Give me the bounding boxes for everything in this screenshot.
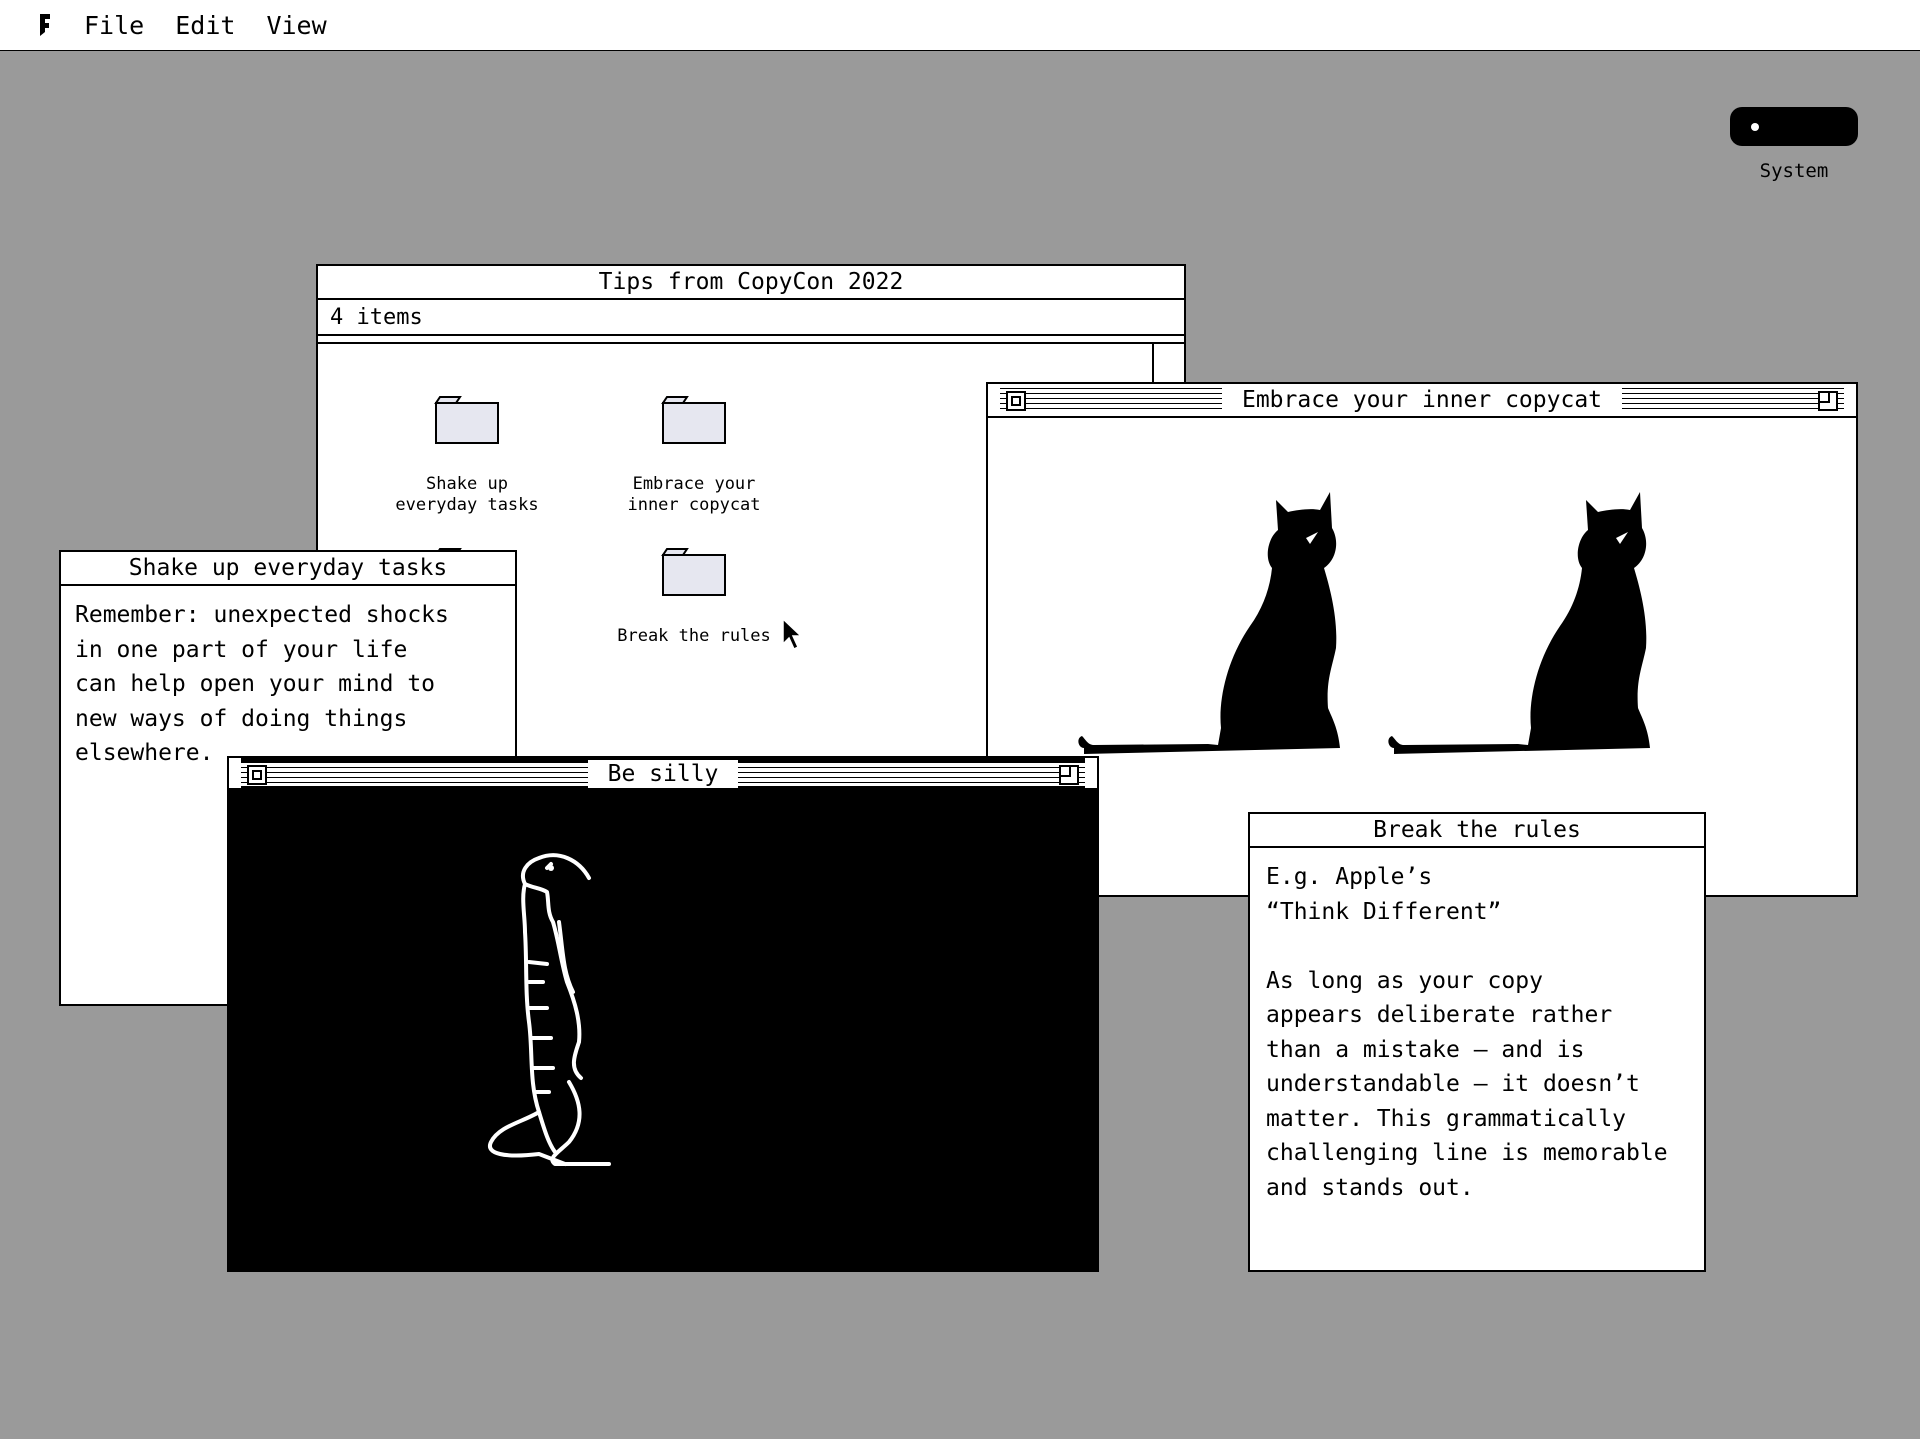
folder-embrace-copycat[interactable]: Embrace your inner copycat [594,372,794,516]
shake-window-text: Remember: unexpected shocks in one part … [75,602,449,766]
copycat-window-titlebar[interactable]: Embrace your inner copycat [988,384,1856,418]
zoom-box-icon[interactable] [1059,765,1079,785]
menu-file[interactable]: File [84,11,144,40]
header-divider [318,336,1184,344]
rules-window-titlebar[interactable]: Break the rules [1250,814,1704,848]
menu-view[interactable]: View [266,11,326,40]
zoom-box-icon[interactable] [1818,391,1838,411]
silly-window-title: Be silly [587,760,739,788]
app-logo-icon[interactable] [34,12,52,38]
menu-bar: File Edit View [0,0,1920,51]
titlebar-cap-left [988,384,1000,414]
folder-label: Embrace your inner copycat [627,474,761,515]
folder-break-rules[interactable]: Break the rules [594,524,794,647]
titlebar-cap-right [1085,758,1097,788]
folder-label: Break the rules [617,626,771,646]
rules-window-title: Break the rules [1353,816,1601,844]
folder-icon [434,396,499,444]
tips-window-titlebar[interactable]: Tips from CopyCon 2022 [318,266,1184,300]
titlebar-cap-left [229,758,241,788]
toggle-dot [1751,123,1759,131]
folder-label: Shake up everyday tasks [395,474,539,515]
close-box-icon[interactable] [1006,391,1026,411]
rules-window: Break the rules E.g. Apple’s “Think Diff… [1248,812,1706,1272]
system-label: System [1759,160,1829,182]
tips-window-title: Tips from CopyCon 2022 [578,268,924,296]
folder-shake-up[interactable]: Shake up everyday tasks [367,372,567,516]
cat-right-icon [1388,492,1650,754]
silly-window: Be silly [227,756,1099,1272]
titlebar-cap-right [1844,384,1856,414]
mouse-pointer-icon [782,618,803,651]
system-toggle[interactable] [1730,107,1858,146]
cat-left-icon [1078,492,1340,754]
close-box-icon[interactable] [247,765,267,785]
menu-edit[interactable]: Edit [175,11,235,40]
rules-window-text: E.g. Apple’s “Think Different” As long a… [1266,864,1668,1201]
item-count: 4 items [318,300,1184,336]
shake-window-titlebar[interactable]: Shake up everyday tasks [61,552,515,586]
meerkat-icon [488,853,611,1166]
copycat-window-title: Embrace your inner copycat [1221,386,1623,414]
folder-icon [661,396,726,444]
silly-window-titlebar[interactable]: Be silly [229,758,1097,792]
folder-icon [661,548,726,596]
shake-window-title: Shake up everyday tasks [108,554,468,582]
meerkat-eye [548,865,554,871]
